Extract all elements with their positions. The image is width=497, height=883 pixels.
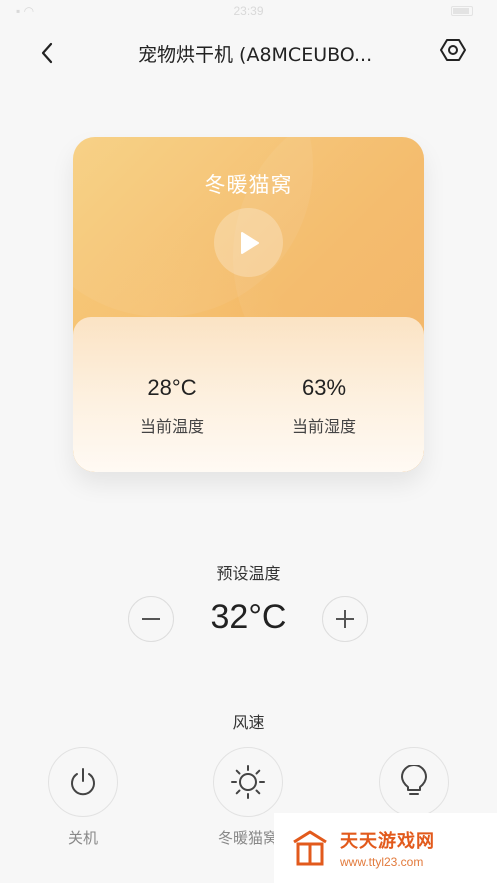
header: 宠物烘干机 (A8MCEUBO... (0, 22, 497, 80)
card-stats-panel: 28°C 当前温度 63% 当前湿度 (73, 317, 424, 472)
power-off-label: 关机 (67, 829, 98, 847)
current-humidity-label: 当前湿度 (291, 417, 356, 436)
power-icon (71, 768, 95, 796)
watermark-logo (293, 830, 327, 866)
minus-icon (142, 618, 160, 620)
preset-temperature-value: 32°C (210, 598, 287, 636)
power-off-button[interactable] (48, 747, 118, 817)
fan-speed-label: 风速 (232, 713, 265, 732)
watermark: 天天游戏网 www.ttyl23.com (274, 813, 497, 883)
play-button[interactable] (214, 208, 283, 277)
hexagon-gear-icon (440, 39, 466, 61)
lightbulb-icon (401, 765, 427, 795)
current-temperature: 28°C 当前温度 (102, 375, 242, 437)
page-title: 宠物烘干机 (A8MCEUBO... (138, 44, 373, 66)
decrease-temperature-button[interactable] (128, 596, 174, 642)
sun-icon (231, 765, 265, 799)
watermark-url: www.ttyl23.com (340, 855, 424, 869)
increase-temperature-button[interactable] (322, 596, 368, 642)
mode-name: 冬暖猫窝 (204, 173, 293, 197)
chevron-left-icon (41, 42, 53, 64)
back-button[interactable] (30, 36, 64, 70)
watermark-name: 天天游戏网 (340, 831, 435, 852)
play-icon (240, 231, 259, 254)
battery-icon (451, 6, 473, 16)
preset-temperature-label: 预设温度 (216, 564, 281, 583)
current-humidity: 63% 当前湿度 (254, 375, 394, 437)
current-humidity-value: 63% (301, 375, 347, 400)
current-temperature-label: 当前温度 (139, 417, 204, 436)
light-button[interactable] (379, 747, 449, 817)
status-time: 23:39 (233, 4, 264, 18)
warm-cat-nest-mode-button[interactable] (213, 747, 283, 817)
mode-card: 冬暖猫窝 28°C 当前温度 63% 当前湿度 (73, 137, 424, 472)
settings-button[interactable] (437, 34, 469, 66)
status-bar: ▪ ◠ 23:39 (0, 0, 497, 22)
current-temperature-value: 28°C (147, 375, 197, 400)
plus-icon (336, 610, 354, 628)
